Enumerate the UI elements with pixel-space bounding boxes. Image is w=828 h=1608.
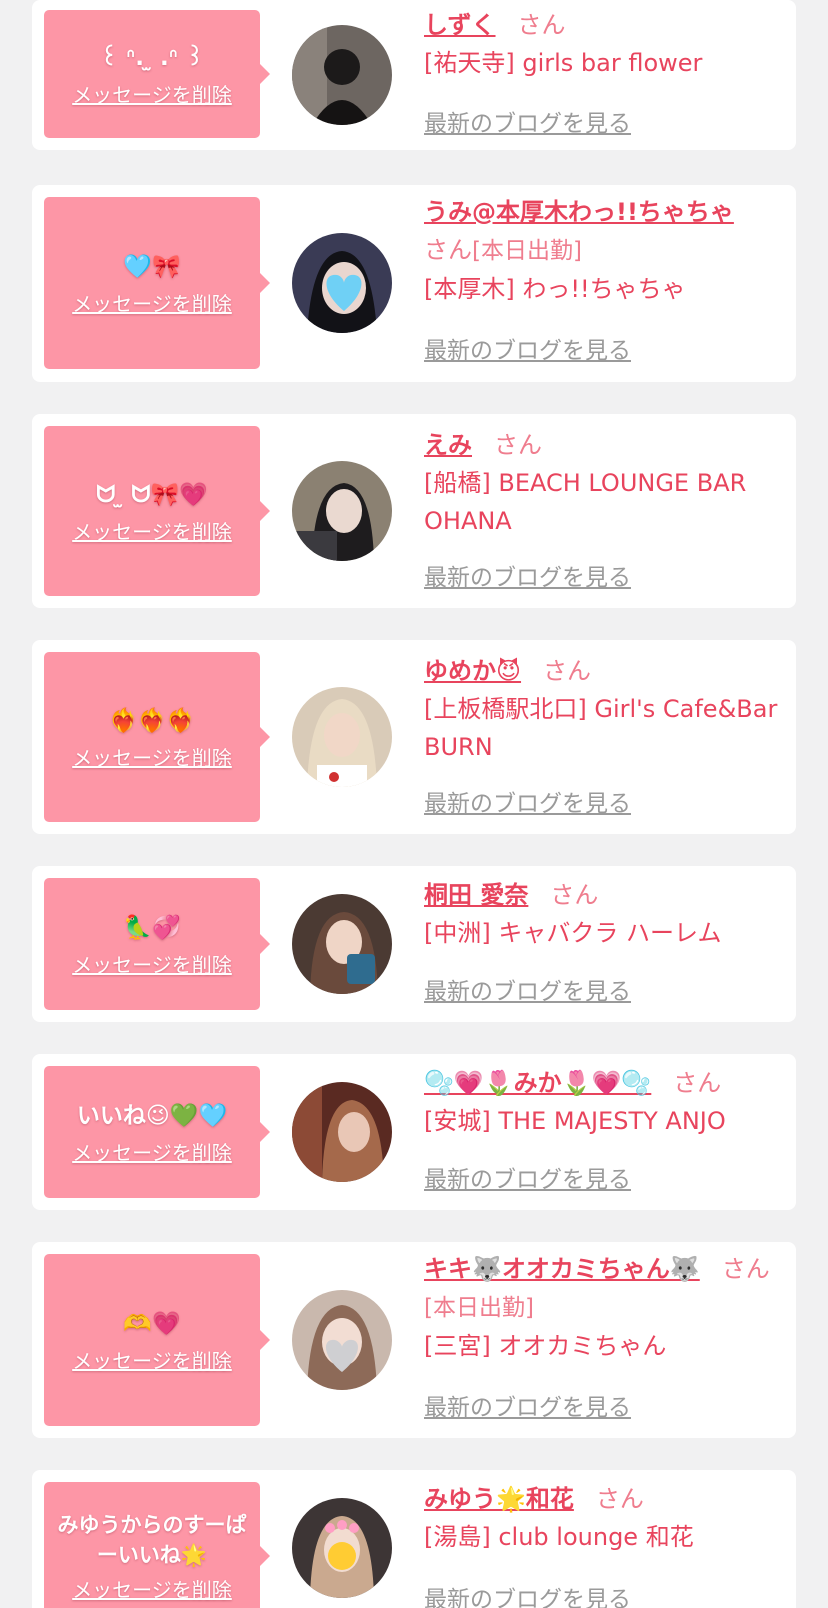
user-info: えみ さん [船橋] BEACH LOUNGE BAR OHANA — [424, 426, 786, 540]
user-info: しずく さん [祐天寺] girls bar flower — [424, 6, 786, 82]
latest-blog-link[interactable]: 最新のブログを見る — [424, 1388, 631, 1422]
honorific: さん — [517, 11, 566, 39]
latest-blog-link[interactable]: 最新のブログを見る — [424, 784, 631, 818]
honorific: さん — [424, 236, 472, 264]
user-name-link[interactable]: うみ@本厚木わっ!!ちゃちゃ — [424, 198, 734, 226]
shop-name: [船橋] BEACH LOUNGE BAR OHANA — [424, 469, 747, 535]
avatar[interactable] — [292, 894, 392, 994]
message-text: 🫶💗 — [123, 1310, 181, 1337]
avatar[interactable] — [292, 1498, 392, 1598]
shop-name: [上板橋駅北口] Girl's Cafe&Bar BURN — [424, 695, 778, 761]
message-text: 🦜💞 — [123, 914, 181, 941]
list-item: ᗢ ̫ ᗢ🎀💗 メッセージを削除 えみ さん [船橋] BEACH LOUNGE … — [32, 414, 796, 608]
message-text: ᗢ ̫ ᗢ🎀💗 — [96, 481, 208, 508]
user-name-link[interactable]: えみ — [424, 431, 472, 459]
latest-blog-link[interactable]: 最新のブログを見る — [424, 104, 631, 138]
avatar[interactable] — [292, 687, 392, 787]
message-list: ꒰ ᐢ. ̫ .ᐢ ꒱ メッセージを削除 しずく さん [祐天寺] girls b… — [0, 0, 828, 1608]
status-text: [本日出勤] — [472, 238, 582, 264]
latest-blog-link[interactable]: 最新のブログを見る — [424, 558, 631, 592]
user-info: 🫧💗🌷みか🌷💗🫧 さん [安城] THE MAJESTY ANJO — [424, 1064, 786, 1140]
honorific: さん — [595, 1485, 644, 1513]
latest-blog-link[interactable]: 最新のブログを見る — [424, 1160, 631, 1194]
delete-message-link[interactable]: メッセージを削除 — [72, 1137, 232, 1166]
message-text: ꒰ ᐢ. ̫ .ᐢ ꒱ — [100, 44, 204, 71]
avatar[interactable] — [292, 25, 392, 125]
avatar[interactable] — [292, 1082, 392, 1182]
message-text: みゆうからのすーぱーいいね🌟 — [57, 1512, 247, 1567]
delete-message-link[interactable]: メッセージを削除 — [72, 949, 232, 978]
delete-message-link[interactable]: メッセージを削除 — [72, 1574, 232, 1603]
message-text: ❤️‍🔥❤️‍🔥❤️‍🔥 — [109, 707, 195, 734]
list-item: 🦜💞 メッセージを削除 桐田 愛奈 さん [中洲] キャバクラ ハーレム 最新のブ… — [32, 866, 796, 1022]
user-name-link[interactable]: 🫧💗🌷みか🌷💗🫧 — [424, 1069, 651, 1097]
message-text: いいね😉💚🩵 — [76, 1102, 228, 1129]
shop-name: [本厚木] わっ!!ちゃちゃ — [424, 275, 686, 303]
user-info: キキ🐺オオカミちゃん🐺 さん [本日出勤] [三宮] オオカミちゃん — [424, 1250, 786, 1365]
message-bubble: 🦜💞 メッセージを削除 — [44, 878, 270, 1010]
list-item: 🫶💗 メッセージを削除 キキ🐺オオカミちゃん🐺 さん [本日出勤] [三宮] オオカ… — [32, 1242, 796, 1438]
user-name-link[interactable]: しずく — [424, 11, 496, 39]
list-item: みゆうからのすーぱーいいね🌟 メッセージを削除 みゆう🌟和花 さん [湯島] cl… — [32, 1470, 796, 1608]
message-bubble: ❤️‍🔥❤️‍🔥❤️‍🔥 メッセージを削除 — [44, 652, 270, 822]
honorific: さん — [543, 657, 592, 685]
user-info: うみ@本厚木わっ!!ちゃちゃ さん[本日出勤] [本厚木] わっ!!ちゃちゃ — [424, 193, 786, 308]
user-info: ゆめか😈 さん [上板橋駅北口] Girl's Cafe&Bar BURN — [424, 652, 786, 766]
list-item: ❤️‍🔥❤️‍🔥❤️‍🔥 メッセージを削除 ゆめか😈 さん [上板橋駅北口] Gi… — [32, 640, 796, 834]
delete-message-link[interactable]: メッセージを削除 — [72, 79, 232, 108]
user-info: 桐田 愛奈 さん [中洲] キャバクラ ハーレム — [424, 876, 786, 952]
honorific: さん — [494, 431, 542, 459]
delete-message-link[interactable]: メッセージを削除 — [72, 288, 232, 317]
user-name-link[interactable]: ゆめか😈 — [424, 657, 521, 685]
user-name-link[interactable]: みゆう🌟和花 — [424, 1485, 574, 1513]
message-bubble: 🫶💗 メッセージを削除 — [44, 1254, 270, 1426]
message-bubble: 🩵🎀 メッセージを削除 — [44, 197, 270, 369]
message-bubble: ꒰ ᐢ. ̫ .ᐢ ꒱ メッセージを削除 — [44, 10, 270, 138]
list-item: 🩵🎀 メッセージを削除 うみ@本厚木わっ!!ちゃちゃ さん[本日出勤] [本厚木… — [32, 185, 796, 382]
list-item: いいね😉💚🩵 メッセージを削除 🫧💗🌷みか🌷💗🫧 さん [安城] THE MAJE… — [32, 1054, 796, 1210]
user-name-link[interactable]: キキ🐺オオカミちゃん🐺 — [424, 1255, 700, 1283]
status-text: [本日出勤] — [424, 1295, 534, 1321]
shop-name: [中洲] キャバクラ ハーレム — [424, 919, 722, 947]
delete-message-link[interactable]: メッセージを削除 — [72, 516, 232, 545]
shop-name: [湯島] club lounge 和花 — [424, 1523, 694, 1551]
message-bubble: みゆうからのすーぱーいいね🌟 メッセージを削除 — [44, 1482, 270, 1608]
delete-message-link[interactable]: メッセージを削除 — [72, 1345, 232, 1374]
message-bubble: ᗢ ̫ ᗢ🎀💗 メッセージを削除 — [44, 426, 270, 596]
shop-name: [祐天寺] girls bar flower — [424, 49, 703, 77]
avatar[interactable] — [292, 461, 392, 561]
latest-blog-link[interactable]: 最新のブログを見る — [424, 972, 631, 1006]
avatar[interactable] — [292, 233, 392, 333]
user-info: みゆう🌟和花 さん [湯島] club lounge 和花 — [424, 1480, 786, 1556]
latest-blog-link[interactable]: 最新のブログを見る — [424, 1580, 631, 1608]
honorific: さん — [673, 1069, 722, 1097]
latest-blog-link[interactable]: 最新のブログを見る — [424, 331, 631, 365]
honorific: さん — [721, 1255, 770, 1283]
message-bubble: いいね😉💚🩵 メッセージを削除 — [44, 1066, 270, 1198]
list-item: ꒰ ᐢ. ̫ .ᐢ ꒱ メッセージを削除 しずく さん [祐天寺] girls b… — [32, 0, 796, 150]
message-text: 🩵🎀 — [123, 253, 181, 280]
user-name-link[interactable]: 桐田 愛奈 — [424, 881, 528, 909]
shop-name: [三宮] オオカミちゃん — [424, 1332, 667, 1360]
delete-message-link[interactable]: メッセージを削除 — [72, 742, 232, 771]
shop-name: [安城] THE MAJESTY ANJO — [424, 1107, 726, 1135]
avatar[interactable] — [292, 1290, 392, 1390]
honorific: さん — [550, 881, 599, 909]
